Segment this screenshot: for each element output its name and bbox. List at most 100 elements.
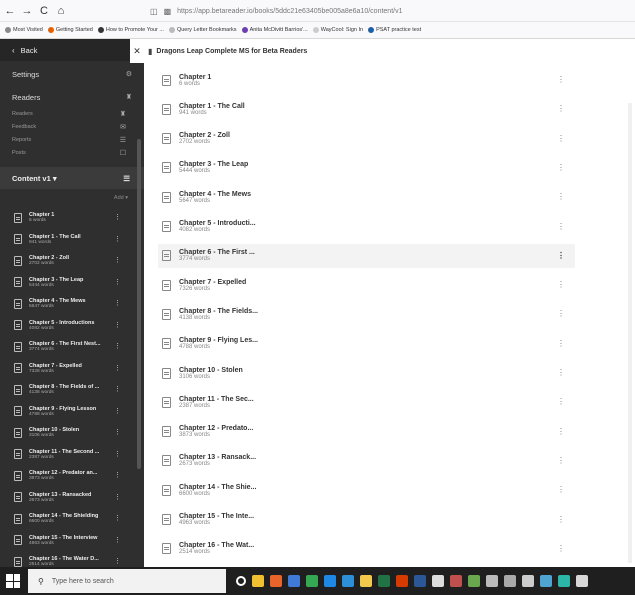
add-button[interactable]: Add ▾: [0, 189, 144, 207]
sidebar-item-posts[interactable]: Posts ☐: [0, 146, 144, 159]
sidebar-scrollbar[interactable]: [137, 139, 141, 469]
kebab-menu-icon[interactable]: ⋮: [114, 364, 121, 372]
chrome-icon[interactable]: [306, 575, 318, 587]
back-arrow-icon[interactable]: ←: [3, 3, 17, 19]
kebab-menu-icon[interactable]: ⋮: [557, 75, 565, 84]
chapter-row[interactable]: Chapter 8 - The Fields... 4138 words ⋮: [162, 302, 575, 326]
bookmark-item[interactable]: Most Visited: [5, 27, 43, 33]
kebab-menu-icon[interactable]: ⋮: [557, 163, 565, 172]
app-icon-g[interactable]: [576, 575, 588, 587]
store-icon[interactable]: [360, 575, 372, 587]
readers-row[interactable]: Readers ♜: [0, 87, 144, 107]
taskbar-search-input[interactable]: ⚲ Type here to search: [28, 569, 226, 593]
chapter-row[interactable]: Chapter 6 - The First ... 3774 words ⋮: [158, 243, 575, 268]
kebab-menu-icon[interactable]: ⋮: [114, 213, 121, 221]
chapter-row[interactable]: Chapter 2 - Zoll 2702 words ⋮: [162, 127, 575, 151]
chapter-row[interactable]: Chapter 7 - Expelled 7326 words ⋮: [162, 273, 575, 297]
office-icon[interactable]: [396, 575, 408, 587]
sidebar-chapter-item[interactable]: Chapter 7 - Expelled 7328 words ⋮: [0, 358, 144, 380]
kebab-menu-icon[interactable]: ⋮: [114, 428, 121, 436]
kebab-menu-icon[interactable]: ⋮: [114, 493, 121, 501]
mail-icon[interactable]: [288, 575, 300, 587]
kebab-menu-icon[interactable]: ⋮: [557, 456, 565, 465]
kebab-menu-icon[interactable]: ⋮: [557, 515, 565, 524]
kebab-menu-icon[interactable]: ⋮: [114, 235, 121, 243]
forward-arrow-icon[interactable]: →: [20, 3, 34, 19]
sidebar-chapter-item[interactable]: Chapter 1 - The Call 941 words ⋮: [0, 229, 144, 251]
kebab-menu-icon[interactable]: ⋮: [114, 557, 121, 565]
back-button[interactable]: ‹ Back: [0, 39, 144, 61]
kebab-menu-icon[interactable]: ⋮: [557, 427, 565, 436]
windows-start-icon[interactable]: [6, 574, 20, 588]
file-explorer-icon[interactable]: [252, 575, 264, 587]
photos-icon[interactable]: [450, 575, 462, 587]
excel-icon[interactable]: [378, 575, 390, 587]
sidebar-chapter-item[interactable]: Chapter 11 - The Second ... 2387 words ⋮: [0, 444, 144, 466]
kebab-menu-icon[interactable]: ⋮: [557, 485, 565, 494]
chapter-row[interactable]: Chapter 4 - The Mews 5647 words ⋮: [162, 185, 575, 209]
chapter-row[interactable]: Chapter 14 - The Shie... 6600 words ⋮: [162, 478, 575, 502]
chapter-row[interactable]: Chapter 10 - Stolen 3106 words ⋮: [162, 361, 575, 385]
menu-icon[interactable]: ☰: [123, 174, 130, 183]
firefox-icon[interactable]: [270, 575, 282, 587]
address-bar[interactable]: ◫ ▩ https://app.betareader.io/books/5ddc…: [150, 3, 635, 19]
app-icon-e[interactable]: [540, 575, 552, 587]
kebab-menu-icon[interactable]: ⋮: [114, 514, 121, 522]
edge-icon[interactable]: [324, 575, 336, 587]
settings-row[interactable]: Settings ⚙: [0, 61, 144, 87]
sidebar-chapter-item[interactable]: Chapter 16 words ⋮: [0, 207, 144, 229]
kebab-menu-icon[interactable]: ⋮: [114, 278, 121, 286]
sidebar-chapter-item[interactable]: Chapter 10 - Stolen 3106 words ⋮: [0, 422, 144, 444]
chapter-row[interactable]: Chapter 5 - Introducti... 4082 words ⋮: [162, 215, 575, 239]
chapter-row[interactable]: Chapter 16 words ⋮: [162, 68, 575, 92]
app-icon-a[interactable]: [468, 575, 480, 587]
main-scrollbar[interactable]: [628, 103, 632, 563]
chapter-row[interactable]: Chapter 3 - The Leap 5444 words ⋮: [162, 156, 575, 180]
kebab-menu-icon[interactable]: ⋮: [114, 536, 121, 544]
sidebar-chapter-item[interactable]: Chapter 8 - The Fields of ... 4138 words ⋮: [0, 379, 144, 401]
sidebar-chapter-item[interactable]: Chapter 15 - The Interview 4963 words ⋮: [0, 530, 144, 552]
chapter-row[interactable]: Chapter 12 - Predato... 3873 words ⋮: [162, 420, 575, 444]
sidebar-chapter-item[interactable]: Chapter 3 - The Leap 5444 words ⋮: [0, 272, 144, 294]
bookmark-item[interactable]: PSAT practice test: [368, 27, 421, 33]
sidebar-item-reports[interactable]: Reports ☰: [0, 133, 144, 146]
sidebar-chapter-item[interactable]: Chapter 9 - Flying Lesson 4788 words ⋮: [0, 401, 144, 423]
ie-icon[interactable]: [342, 575, 354, 587]
chapter-row[interactable]: Chapter 15 - The Inte... 4963 words ⋮: [162, 508, 575, 532]
kebab-menu-icon[interactable]: ⋮: [114, 342, 121, 350]
reload-icon[interactable]: C: [37, 3, 51, 19]
content-version-toggle[interactable]: Content v1 ▾ ☰: [0, 167, 144, 189]
kebab-menu-icon[interactable]: ⋮: [557, 309, 565, 318]
kebab-menu-icon[interactable]: ⋮: [114, 321, 121, 329]
sidebar-chapter-item[interactable]: Chapter 5 - Introductions 4082 words ⋮: [0, 315, 144, 337]
app-icon-c[interactable]: [504, 575, 516, 587]
kebab-menu-icon[interactable]: ⋮: [557, 339, 565, 348]
kebab-menu-icon[interactable]: ⋮: [557, 222, 565, 231]
chapter-row[interactable]: Chapter 9 - Flying Les... 4788 words ⋮: [162, 332, 575, 356]
close-icon[interactable]: ✕: [130, 46, 144, 57]
sidebar-chapter-item[interactable]: Chapter 12 - Predator an... 3873 words ⋮: [0, 465, 144, 487]
kebab-menu-icon[interactable]: ⋮: [557, 192, 565, 201]
sidebar-chapter-item[interactable]: Chapter 6 - The First Nest... 3774 words ⋮: [0, 336, 144, 358]
kebab-menu-icon[interactable]: ⋮: [557, 368, 565, 377]
chapter-row[interactable]: Chapter 1 - The Call 941 words ⋮: [162, 97, 575, 121]
kebab-menu-icon[interactable]: ⋮: [114, 256, 121, 264]
sidebar-chapter-item[interactable]: Chapter 2 - Zoll 2702 words ⋮: [0, 250, 144, 272]
kebab-menu-icon[interactable]: ⋮: [114, 450, 121, 458]
chapter-row[interactable]: Chapter 11 - The Sec... 2387 words ⋮: [162, 390, 575, 414]
kebab-menu-icon[interactable]: ⋮: [114, 407, 121, 415]
kebab-menu-icon[interactable]: ⋮: [557, 104, 565, 113]
kebab-menu-icon[interactable]: ⋮: [557, 251, 565, 260]
chapter-row[interactable]: Chapter 16 - The Wat... 2514 words ⋮: [162, 537, 575, 561]
sidebar-chapter-item[interactable]: Chapter 13 - Ransacked 2673 words ⋮: [0, 487, 144, 509]
bookmark-item[interactable]: WayCool: Sign In: [312, 27, 363, 33]
snip-icon[interactable]: [432, 575, 444, 587]
app-icon-f[interactable]: [558, 575, 570, 587]
chapter-row[interactable]: Chapter 13 - Ransack... 2673 words ⋮: [162, 449, 575, 473]
kebab-menu-icon[interactable]: ⋮: [114, 299, 121, 307]
sidebar-chapter-item[interactable]: Chapter 16 - The Water D... 2514 words ⋮: [0, 551, 144, 567]
home-icon[interactable]: ⌂: [54, 3, 68, 19]
sidebar-chapter-item[interactable]: Chapter 4 - The Mews 5647 words ⋮: [0, 293, 144, 315]
task-view-icon[interactable]: [236, 576, 246, 586]
kebab-menu-icon[interactable]: ⋮: [557, 280, 565, 289]
